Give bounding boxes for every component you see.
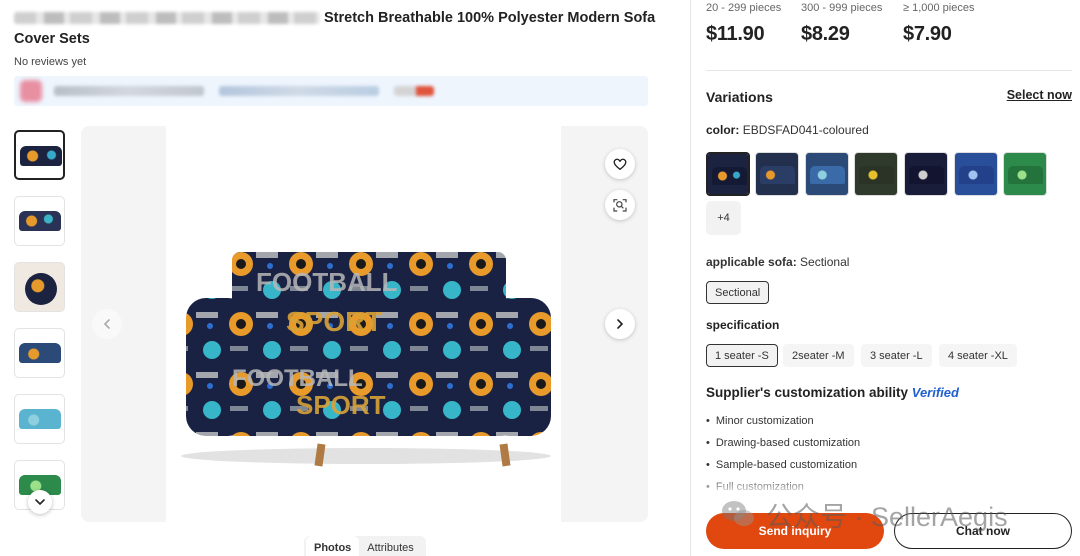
chevron-left-icon (103, 319, 110, 329)
store-info-bar[interactable] (14, 76, 648, 106)
redacted-title-prefix (14, 12, 320, 25)
color-swatch[interactable] (706, 152, 750, 196)
scroll-fade (706, 476, 1076, 496)
color-label-value: EBDSFAD041-coloured (742, 123, 869, 137)
price-tier: 300 - 999 pieces $8.29 (801, 2, 882, 46)
spec-option-2-seater[interactable]: 2seater -M (783, 344, 854, 367)
customization-title-text: Supplier's customization ability (706, 385, 908, 400)
spec-option-4-seater[interactable]: 4 seater -XL (939, 344, 1017, 367)
sofa-label-key: applicable sofa: (706, 255, 797, 269)
redacted-store-name (54, 86, 204, 96)
price-tier: 20 - 299 pieces $11.90 (706, 2, 781, 46)
variations-heading: Variations (706, 89, 773, 105)
color-label: color: EBDSFAD041-coloured (706, 123, 869, 137)
tab-photos[interactable]: Photos (306, 536, 360, 556)
color-label-key: color: (706, 123, 740, 137)
column-divider (690, 0, 691, 556)
spec-option-1-seater[interactable]: 1 seater -S (706, 344, 778, 367)
customization-heading: Supplier's customization ability Verifie… (706, 385, 959, 400)
redacted-store-info (219, 86, 379, 96)
sofa-label-value: Sectional (800, 255, 850, 269)
cushion-image (25, 273, 57, 305)
tier-price: $7.90 (903, 23, 952, 45)
svg-text:SPORT: SPORT (286, 306, 382, 337)
product-page: Stretch Breathable 100% Polyester Modern… (0, 0, 1080, 556)
gallery-tabs: Photos Attributes (304, 536, 426, 556)
redacted-store-flag (394, 86, 434, 96)
verified-badge: Verified (911, 385, 959, 400)
thumbnail-image[interactable] (14, 394, 65, 444)
heart-icon (613, 158, 627, 170)
thumbnail-image[interactable] (14, 130, 65, 180)
color-swatch[interactable] (954, 152, 998, 196)
sofa-set-image (19, 211, 61, 231)
applicable-sofa-label: applicable sofa: Sectional (706, 255, 849, 269)
chevron-right-icon (617, 319, 624, 329)
price-tier: ≥ 1,000 pieces $7.90 (903, 2, 974, 46)
thumbnail-image[interactable] (14, 196, 65, 246)
send-inquiry-button[interactable]: Send inquiry (706, 513, 884, 549)
sofa-option-sectional[interactable]: Sectional (706, 281, 770, 304)
main-product-image: FOOTBALL SPORT FOOTBALL SPORT (166, 126, 561, 522)
main-image-viewer[interactable]: FOOTBALL SPORT FOOTBALL SPORT (81, 126, 648, 522)
sofa-image: FOOTBALL SPORT FOOTBALL SPORT (181, 252, 551, 467)
image-search-button[interactable] (605, 190, 635, 220)
spec-option-3-seater[interactable]: 3 seater -L (861, 344, 932, 367)
svg-text:FOOTBALL: FOOTBALL (256, 267, 398, 297)
color-swatch[interactable] (904, 152, 948, 196)
sofa-image (20, 146, 62, 166)
color-swatch[interactable] (854, 152, 898, 196)
color-swatch[interactable] (755, 152, 799, 196)
svg-text:FOOTBALL: FOOTBALL (232, 365, 363, 392)
sofa-image (19, 343, 61, 363)
list-item: Minor customization (706, 413, 860, 435)
tier-price: $11.90 (706, 23, 765, 45)
reviews-text: No reviews yet (14, 56, 87, 68)
tier-quantity: ≥ 1,000 pieces (903, 2, 975, 14)
store-logo (20, 80, 42, 102)
svg-text:SPORT: SPORT (296, 390, 386, 420)
color-swatch[interactable] (1003, 152, 1047, 196)
more-colors-button[interactable]: +4 (706, 201, 741, 235)
select-now-link[interactable]: Select now (1007, 88, 1072, 102)
sofa-image (19, 409, 61, 429)
image-search-icon (613, 199, 627, 212)
list-item: Drawing-based customization (706, 435, 860, 457)
thumbnail-image[interactable] (14, 328, 65, 378)
next-image-button[interactable] (605, 309, 635, 339)
tier-quantity: 20 - 299 pieces (706, 2, 782, 14)
section-divider (706, 70, 1072, 71)
purchase-panel: 20 - 299 pieces $11.90 300 - 999 pieces … (706, 0, 1076, 556)
tier-quantity: 300 - 999 pieces (801, 2, 883, 14)
specification-heading: specification (706, 318, 780, 332)
product-title: Stretch Breathable 100% Polyester Modern… (14, 8, 674, 50)
color-swatch[interactable] (805, 152, 849, 196)
chevron-down-icon (35, 499, 45, 506)
chat-now-button[interactable]: Chat now (894, 513, 1072, 549)
tab-attributes[interactable]: Attributes (359, 536, 421, 556)
thumbnail-image[interactable] (14, 262, 65, 312)
favorite-button[interactable] (605, 149, 635, 179)
tier-price: $8.29 (801, 23, 850, 45)
thumbnails-more-button[interactable] (28, 490, 52, 514)
product-gallery-column: Stretch Breathable 100% Polyester Modern… (0, 0, 690, 556)
prev-image-button[interactable] (92, 309, 122, 339)
